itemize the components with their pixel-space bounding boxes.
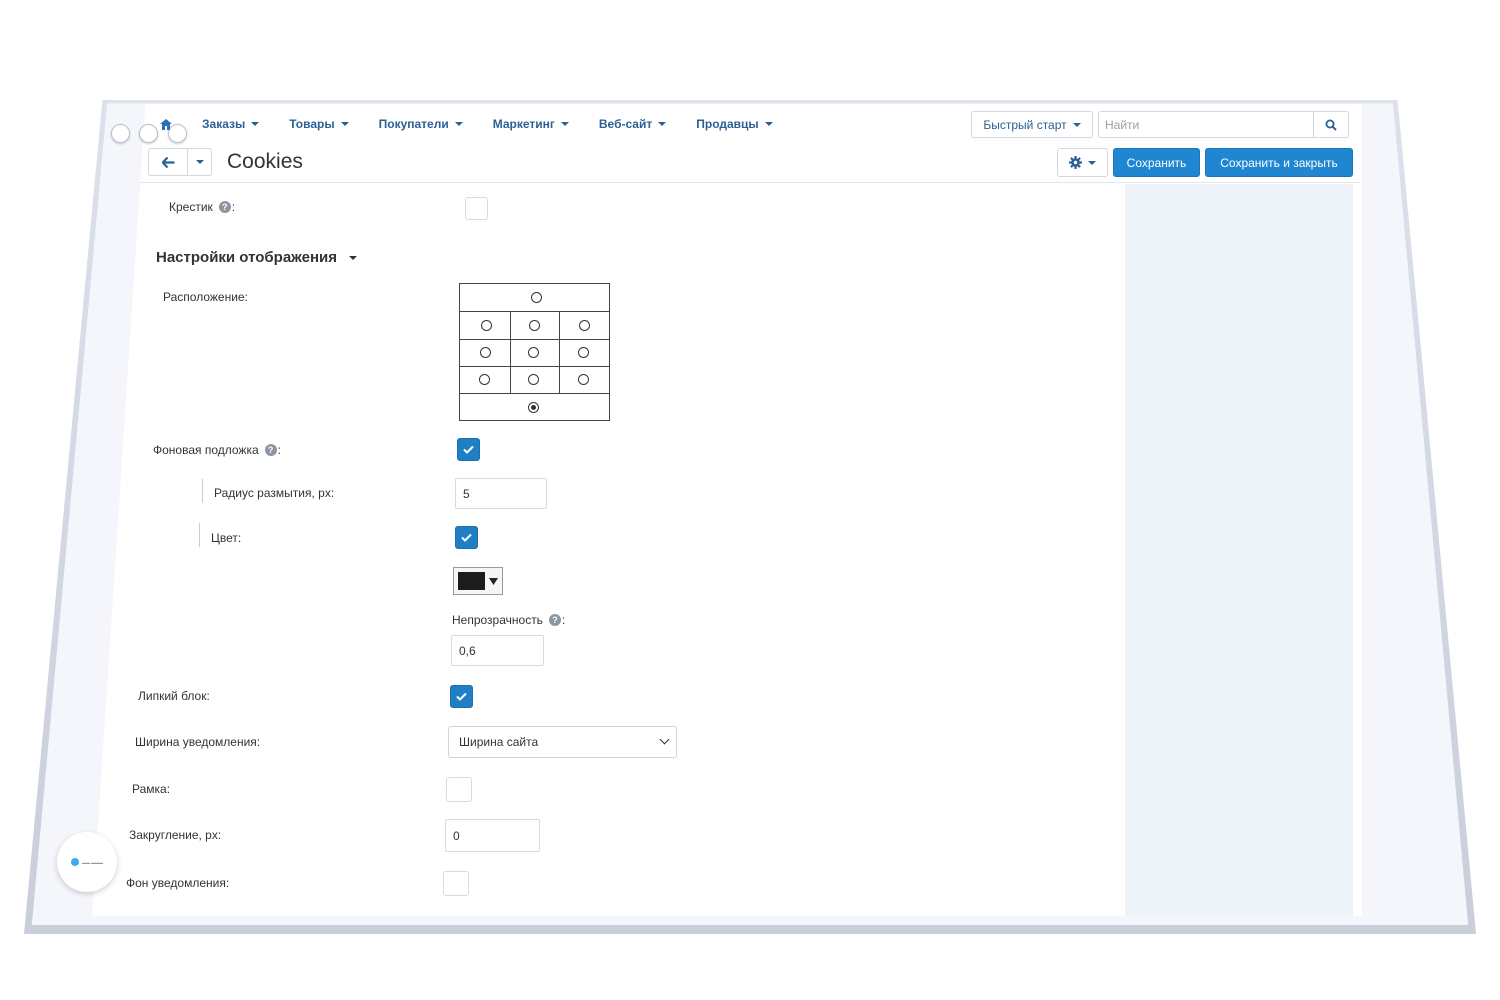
color-label: Цвет: [211,531,242,545]
grid-line [460,366,609,367]
nav-item-orders[interactable]: Заказы [202,117,260,131]
brand-logo: ▬▬ ▬▬▬ [57,832,117,892]
check-icon [461,533,472,542]
grid-line [460,393,609,394]
position-bottom-radio[interactable] [528,402,539,413]
color-checkbox[interactable] [455,526,478,549]
grid-line [559,311,560,393]
notice-background-label: Фон уведомления: [126,876,230,890]
position-top-left-radio[interactable] [481,320,492,331]
blur-radius-label: Радиус размытия, px: [214,486,335,500]
search-icon [1325,119,1337,131]
save-and-close-button[interactable]: Сохранить и закрыть [1205,148,1353,177]
position-top-radio[interactable] [531,292,542,303]
toolbar-divider [140,182,1360,183]
backdrop-checkbox[interactable] [457,438,480,461]
position-top-center-radio[interactable] [529,320,540,331]
nav-item-products[interactable]: Товары [289,117,349,131]
close-cross-label: Крестик?: [169,200,236,214]
page-title: Cookies [227,150,303,173]
window-dot [111,124,130,143]
color-picker[interactable] [453,567,503,595]
caret-down-icon [251,122,260,126]
close-cross-checkbox[interactable] [465,197,488,220]
caret-down-icon [658,122,667,126]
opacity-label: Непрозрачность?: [452,613,566,627]
display-settings-section[interactable]: Настройки отображения [156,249,357,266]
nav-item-vendors[interactable]: Продавцы [696,117,773,131]
search-input[interactable]: Найти [1098,111,1314,138]
position-bottom-left-radio[interactable] [479,374,490,385]
sticky-block-label: Липкий блок: [138,689,210,703]
position-middle-right-radio[interactable] [578,347,589,358]
sidebar-panel [1125,184,1353,916]
border-checkbox[interactable] [446,777,472,802]
logo-wordmark: ▬▬ ▬▬▬ [81,859,104,865]
notice-width-select[interactable]: Ширина сайта [448,726,677,758]
window-dot [139,124,158,143]
save-button[interactable]: Сохранить [1113,148,1200,177]
grid-line [460,311,609,312]
logo-mark-icon [70,858,79,866]
position-bottom-right-radio[interactable] [578,374,589,385]
rounding-input[interactable]: 0 [445,819,540,852]
grid-line [460,339,609,340]
back-button[interactable] [148,148,188,176]
arrow-left-icon [161,156,174,168]
notice-background-checkbox[interactable] [443,871,469,896]
grid-line [510,311,511,393]
color-swatch [458,572,485,590]
gear-icon [1069,156,1082,169]
position-label: Расположение: [163,290,248,304]
help-icon[interactable]: ? [264,444,277,456]
chevron-down-icon [659,734,670,745]
caret-down-icon [764,122,773,126]
search-button[interactable] [1313,111,1349,138]
nav-item-customers[interactable]: Покупатели [379,117,463,131]
opacity-input[interactable]: 0,6 [451,635,544,666]
border-label: Рамка: [132,782,171,796]
nav-item-marketing[interactable]: Маркетинг [493,117,569,131]
backdrop-label: Фоновая подложка?: [153,443,281,457]
caret-down-icon [195,160,204,164]
help-icon[interactable]: ? [548,614,561,626]
caret-down-icon [1088,160,1096,165]
position-bottom-center-radio[interactable] [528,374,539,385]
top-nav: Заказы Товары Покупатели Маркетинг Веб-с… [160,114,803,134]
caret-down-icon [349,255,357,260]
back-dropdown-button[interactable] [187,148,212,176]
sticky-block-checkbox[interactable] [450,685,473,708]
triangle-down-icon [489,577,498,585]
position-middle-center-radio[interactable] [528,347,539,358]
position-top-right-radio[interactable] [579,320,590,331]
caret-down-icon [340,122,349,126]
quick-start-button[interactable]: Быстрый старт [971,111,1093,138]
position-middle-left-radio[interactable] [480,347,491,358]
help-icon[interactable]: ? [218,201,231,213]
notice-width-label: Ширина уведомления: [135,735,261,749]
home-icon[interactable] [160,118,172,130]
nav-item-website[interactable]: Веб-сайт [599,117,667,131]
settings-button[interactable] [1057,148,1108,177]
nested-guide-line [202,479,203,503]
blur-radius-input[interactable]: 5 [455,478,547,509]
check-icon [456,692,467,701]
nested-guide-line [199,523,200,547]
caret-down-icon [1072,122,1081,127]
caret-down-icon [454,122,463,126]
check-icon [463,445,474,454]
caret-down-icon [560,122,569,126]
rounding-label: Закругление, px: [129,828,222,842]
